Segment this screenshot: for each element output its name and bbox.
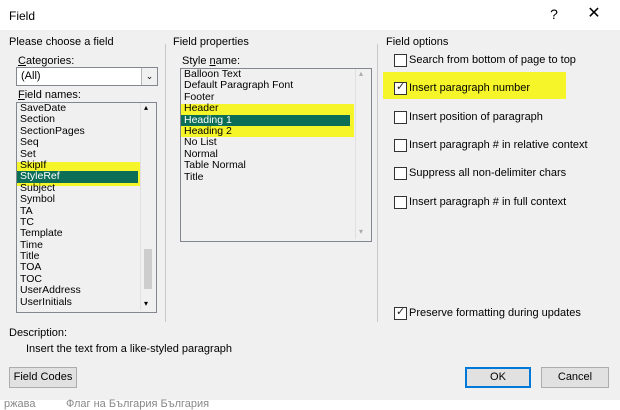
style-name-item[interactable]: Table Normal bbox=[181, 159, 350, 171]
title-bar: Field ? ✕ bbox=[0, 0, 620, 30]
categories-value: (All) bbox=[21, 70, 41, 82]
style-name-list[interactable]: Balloon Text Default Paragraph Font Footer… bbox=[180, 68, 372, 242]
option-checkbox[interactable] bbox=[394, 195, 407, 209]
field-name-item[interactable]: UserInitials bbox=[17, 296, 138, 308]
option-label: Insert paragraph # in relative context bbox=[409, 138, 588, 151]
option-label: Search from bottom of page to top bbox=[409, 54, 576, 66]
description-label: Description: bbox=[9, 327, 68, 339]
help-icon[interactable]: ? bbox=[544, 4, 564, 24]
scroll-down-icon: ▾ bbox=[359, 227, 364, 236]
field-codes-button[interactable]: Field Codes bbox=[9, 367, 77, 388]
dialog-title: Field bbox=[9, 9, 36, 23]
option-checkbox[interactable] bbox=[394, 167, 407, 181]
style-name-item[interactable]: Title bbox=[181, 171, 350, 183]
field-names-label: Field names: bbox=[18, 89, 81, 101]
ok-button[interactable]: OK bbox=[465, 367, 531, 388]
field-names-list[interactable]: SaveDate Section SectionPages Seq Set SkipIf S… bbox=[16, 102, 157, 313]
field-name-item[interactable]: Template bbox=[17, 227, 138, 239]
left-divider bbox=[165, 44, 166, 322]
cancel-button[interactable]: Cancel bbox=[541, 367, 609, 388]
option-label: Insert paragraph # in full context bbox=[409, 195, 567, 208]
field-list-scrollbar[interactable]: ▴ ▾ bbox=[140, 103, 155, 310]
style-name-item[interactable]: Header bbox=[181, 102, 350, 114]
scroll-down-icon[interactable]: ▾ bbox=[144, 299, 148, 308]
scroll-up-icon: ▴ bbox=[359, 69, 364, 78]
categories-label: Categories: bbox=[18, 55, 75, 67]
field-name-item[interactable]: Symbol bbox=[17, 193, 138, 205]
description-text: Insert the text from a like-styled parag… bbox=[26, 343, 233, 355]
scroll-up-icon[interactable]: ▴ bbox=[144, 103, 148, 112]
option-checkbox[interactable] bbox=[394, 110, 407, 124]
background-document-text: ржава Флаг на България България bbox=[4, 398, 210, 410]
close-icon[interactable]: ✕ bbox=[584, 4, 604, 24]
field-name-item[interactable]: TA bbox=[17, 205, 138, 217]
option-checkbox[interactable] bbox=[394, 54, 407, 67]
scroll-thumb[interactable] bbox=[144, 249, 152, 289]
option-checkbox[interactable]: ✓ bbox=[394, 81, 407, 96]
check-icon: ✓ bbox=[396, 81, 406, 94]
field-name-item[interactable]: Seq bbox=[17, 136, 138, 148]
field-options-heading: Field options bbox=[386, 36, 449, 48]
field-properties-heading: Field properties bbox=[173, 36, 249, 48]
choose-field-heading: Please choose a field bbox=[9, 36, 114, 48]
style-list-scrollbar[interactable]: ▴ ▾ bbox=[355, 69, 370, 239]
style-name-label: Style name: bbox=[182, 55, 241, 67]
option-checkbox[interactable] bbox=[394, 138, 407, 152]
field-dialog: Field ? ✕ Please choose a field Categori… bbox=[0, 0, 620, 400]
option-label: Insert paragraph number bbox=[409, 82, 531, 95]
categories-dropdown[interactable]: (All) ⌄ bbox=[16, 67, 158, 86]
option-label: Suppress all non-delimiter chars bbox=[409, 167, 567, 180]
option-label: Insert position of paragraph bbox=[409, 110, 543, 123]
preserve-formatting-checkbox[interactable]: ✓ bbox=[394, 306, 407, 320]
field-name-item[interactable]: UserAddress bbox=[17, 284, 138, 296]
preserve-formatting-label: Preserve formatting during updates bbox=[409, 307, 581, 319]
chevron-down-icon[interactable]: ⌄ bbox=[141, 68, 157, 85]
right-divider bbox=[377, 44, 378, 322]
check-icon: ✓ bbox=[396, 306, 406, 318]
